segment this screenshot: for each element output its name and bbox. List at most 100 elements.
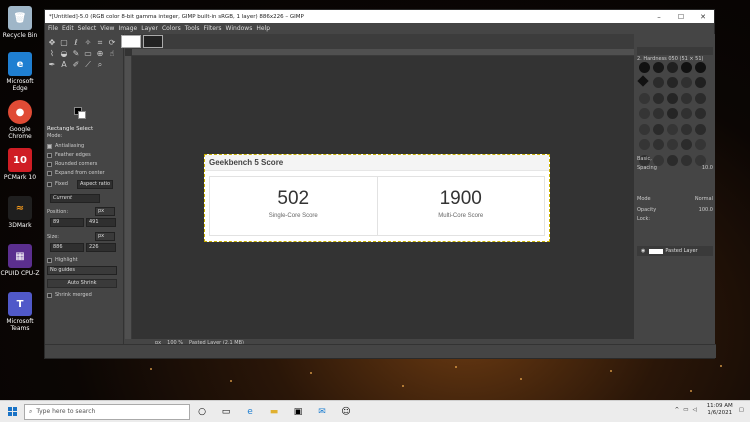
cortana-icon[interactable]: ○ [190, 401, 214, 422]
close-button[interactable]: ✕ [692, 13, 714, 21]
file-explorer-icon[interactable]: ▬ [262, 401, 286, 422]
menu-file[interactable]: File [48, 25, 58, 32]
menu-layer[interactable]: Layer [141, 25, 158, 32]
move-tool-icon[interactable]: ✥ [47, 38, 57, 48]
brush-swatch[interactable] [695, 77, 706, 89]
brush-swatch[interactable] [667, 92, 678, 104]
measure-tool-icon[interactable]: ⟋ [83, 60, 93, 70]
brush-swatch[interactable] [667, 154, 678, 166]
crop-tool-icon[interactable]: ⌗ [95, 38, 105, 48]
taskbar-search[interactable]: ⌕ Type here to search [24, 403, 190, 420]
brush-swatch[interactable] [695, 108, 706, 120]
brush-swatch[interactable] [695, 123, 706, 135]
brush-swatch[interactable] [639, 139, 650, 151]
brush-swatch[interactable] [681, 139, 692, 151]
brush-swatch[interactable] [681, 62, 692, 73]
volume-icon[interactable]: ◁ [692, 407, 696, 413]
rounded-checkbox[interactable]: Rounded corners [47, 161, 97, 167]
menu-tools[interactable]: Tools [185, 25, 200, 32]
brush-swatch[interactable] [653, 77, 664, 89]
clone-tool-icon[interactable]: ⊕ [95, 49, 105, 59]
bucket-tool-icon[interactable]: ◒ [59, 49, 69, 59]
brush-swatch[interactable] [639, 123, 650, 135]
menu-windows[interactable]: Windows [226, 25, 253, 32]
brush-swatch[interactable] [681, 108, 692, 120]
layer-row-pasted[interactable]: ◉ Pasted Layer [637, 246, 713, 256]
size-unit-select[interactable]: px [95, 232, 115, 241]
spacing-slider[interactable]: Spacing 10.0 [637, 165, 713, 171]
path-tool-icon[interactable]: ✒ [47, 60, 57, 70]
position-y-input[interactable]: 491 [86, 218, 116, 227]
desktop-icon-edge[interactable]: e Microsoft Edge [0, 52, 40, 92]
edge-taskbar-icon[interactable]: e [238, 401, 262, 422]
menu-view[interactable]: View [100, 25, 114, 32]
smudge-tool-icon[interactable]: ☝ [107, 49, 117, 59]
lasso-tool-icon[interactable]: ℓ [71, 38, 81, 48]
position-x-input[interactable]: 89 [50, 218, 84, 227]
current-field[interactable]: Current [50, 194, 100, 203]
store-icon[interactable]: ▣ [286, 401, 310, 422]
guides-select[interactable]: No guides [47, 266, 117, 275]
rect-select-tool-icon[interactable]: ▢ [59, 38, 69, 48]
vertical-ruler[interactable] [125, 56, 132, 339]
feather-checkbox[interactable]: Feather edges [47, 152, 91, 158]
menu-help[interactable]: Help [256, 25, 270, 32]
auto-shrink-button[interactable]: Auto Shrink [47, 279, 117, 288]
antialiasing-checkbox[interactable]: Antialiasing [47, 143, 84, 149]
brush-tag-filter[interactable]: Basic, [637, 156, 652, 162]
text-tool-icon[interactable]: A [59, 60, 69, 70]
brush-filter-input[interactable] [637, 47, 713, 55]
brush-swatch[interactable] [681, 77, 692, 89]
rotate-tool-icon[interactable]: ⟳ [107, 38, 117, 48]
layer-mode-row[interactable]: Mode Normal [637, 196, 713, 202]
fixed-checkbox[interactable]: Fixed [47, 181, 68, 187]
maximize-button[interactable]: ☐ [670, 13, 692, 21]
brush-swatch[interactable] [681, 154, 692, 166]
brush-swatch[interactable] [667, 77, 678, 89]
brush-swatch[interactable] [639, 92, 650, 104]
eraser-tool-icon[interactable]: ▭ [83, 49, 93, 59]
aspect-select[interactable]: Aspect ratio [77, 180, 113, 189]
brush-swatch[interactable] [639, 62, 650, 73]
menu-select[interactable]: Select [78, 25, 97, 32]
opacity-slider[interactable]: Opacity 100.0 [637, 207, 713, 213]
image-canvas[interactable]: Geekbench 5 Score 502 Single-Core Score … [204, 154, 550, 242]
expand-center-checkbox[interactable]: Expand from center [47, 170, 105, 176]
fg-bg-color-swatch[interactable] [74, 107, 86, 119]
eye-icon[interactable]: ◉ [641, 248, 645, 254]
brush-swatch[interactable] [681, 123, 692, 135]
brush-swatch[interactable] [637, 75, 649, 88]
brush-swatch[interactable] [667, 139, 678, 151]
highlight-checkbox[interactable]: Highlight [47, 257, 78, 263]
menu-edit[interactable]: Edit [62, 25, 74, 32]
brush-swatch[interactable] [695, 62, 706, 73]
color-picker-tool-icon[interactable]: ✐ [71, 60, 81, 70]
window-titlebar[interactable]: *[Untitled]-5.0 (RGB color 8-bit gamma i… [45, 10, 714, 23]
brush-swatch[interactable] [653, 62, 664, 73]
size-w-input[interactable]: 886 [50, 243, 84, 252]
minimize-button[interactable]: – [648, 13, 670, 21]
zoom-tool-icon[interactable]: ⌕ [95, 60, 105, 70]
menu-colors[interactable]: Colors [162, 25, 181, 32]
chevron-up-icon[interactable]: ^ [675, 407, 680, 413]
brush-swatch[interactable] [695, 139, 706, 151]
gimp-taskbar-icon[interactable]: ☺ [334, 401, 358, 422]
desktop-icon-chrome[interactable]: ● Google Chrome [0, 100, 40, 140]
canvas-area[interactable]: Geekbench 5 Score 502 Single-Core Score … [121, 34, 634, 346]
size-h-input[interactable]: 226 [86, 243, 116, 252]
desktop-icon-cpuz[interactable]: ▦ CPUID CPU-Z [0, 244, 40, 277]
fuzzy-select-tool-icon[interactable]: ✧ [83, 38, 93, 48]
brush-swatch[interactable] [639, 108, 650, 120]
brush-swatch[interactable] [653, 139, 664, 151]
brush-swatch[interactable] [681, 92, 692, 104]
brush-swatch[interactable] [653, 92, 664, 104]
image-tab-thumbnail-2[interactable] [143, 35, 163, 48]
desktop-icon-teams[interactable]: T Microsoft Teams [0, 292, 40, 332]
task-view-icon[interactable]: ▭ [214, 401, 238, 422]
brush-swatch[interactable] [667, 123, 678, 135]
brush-swatch[interactable] [653, 123, 664, 135]
brush-swatch[interactable] [653, 108, 664, 120]
start-button[interactable] [0, 401, 24, 422]
notification-icon[interactable]: ▢ [739, 407, 744, 413]
menu-filters[interactable]: Filters [204, 25, 222, 32]
